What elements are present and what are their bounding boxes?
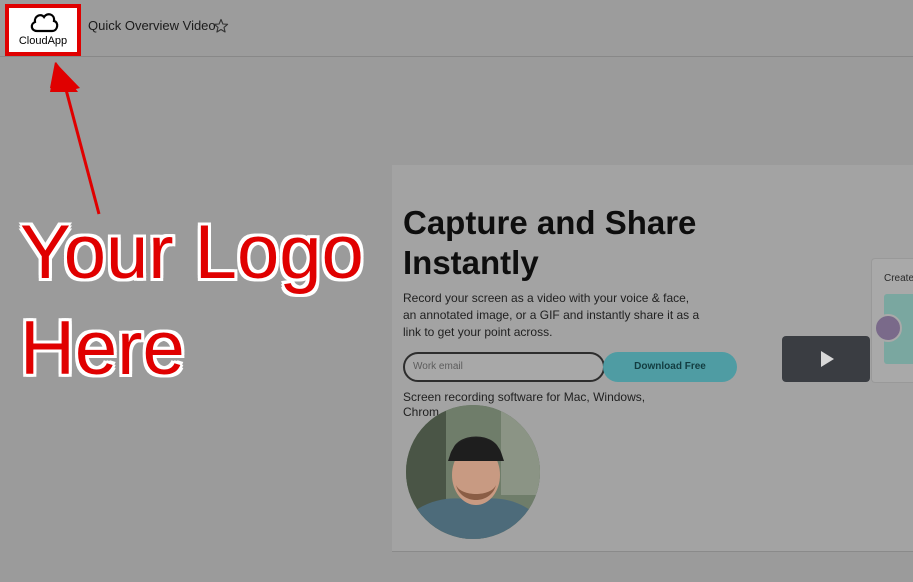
logo-text: CloudApp bbox=[18, 35, 68, 47]
webcam-face-image bbox=[406, 405, 540, 539]
webcam-bubble bbox=[406, 405, 540, 539]
header-bar: CloudApp Quick Overview Video bbox=[0, 0, 913, 57]
side-preview-card: Create bbox=[871, 258, 913, 383]
logo-highlight-box[interactable]: CloudApp bbox=[5, 4, 81, 56]
side-card-title: Create bbox=[884, 273, 913, 284]
video-player[interactable]: Capture and Share Instantly Record your … bbox=[392, 165, 913, 552]
work-email-input[interactable]: Work email bbox=[403, 352, 605, 382]
cloud-icon bbox=[30, 13, 59, 33]
star-outline-icon[interactable] bbox=[213, 18, 229, 34]
annotation-text: Your Logo Here bbox=[20, 205, 380, 397]
hero-title-line-1: Capture and Share bbox=[403, 204, 697, 241]
page: CloudApp Quick Overview Video Capture an… bbox=[0, 0, 913, 582]
hero-title: Capture and Share Instantly bbox=[403, 203, 743, 283]
annotation-line-1: Your Logo bbox=[20, 210, 364, 295]
download-free-button[interactable]: Download Free bbox=[603, 352, 737, 382]
hero-description: Record your screen as a video with your … bbox=[403, 291, 700, 339]
play-icon bbox=[821, 351, 834, 367]
play-button[interactable] bbox=[782, 336, 870, 382]
avatar bbox=[874, 314, 902, 342]
annotation-line-2: Here bbox=[20, 306, 185, 391]
video-title: Quick Overview Video bbox=[88, 18, 216, 33]
hero-title-line-2: Instantly bbox=[403, 244, 539, 281]
